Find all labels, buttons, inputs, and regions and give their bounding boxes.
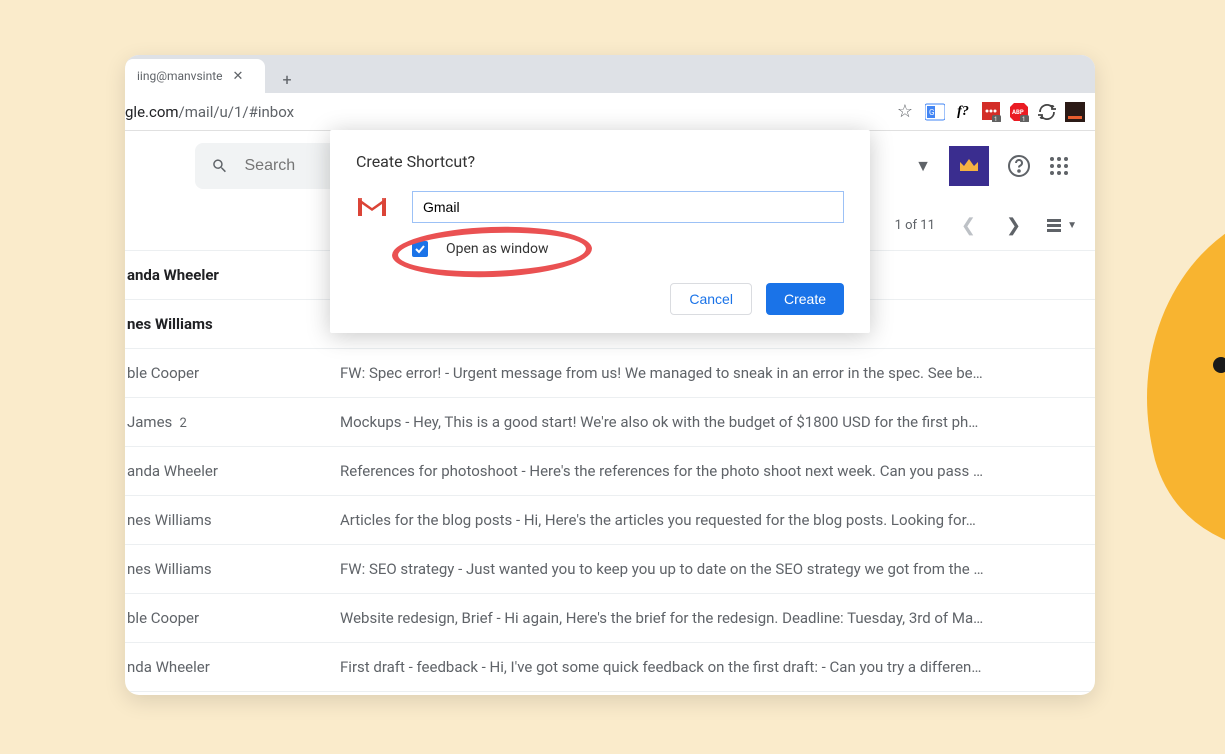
dark-extension-icon[interactable]: [1065, 102, 1085, 122]
email-sender: anda Wheeler: [125, 266, 340, 284]
cancel-button[interactable]: Cancel: [670, 283, 752, 315]
email-row[interactable]: ble CooperFW: Spec error! - Urgent messa…: [125, 349, 1095, 398]
crown-badge[interactable]: [949, 146, 989, 186]
pagination-label: 1 of 11: [895, 218, 935, 233]
email-subject: First draft - feedback: [340, 658, 478, 676]
email-subject: FW: Spec error!: [340, 364, 441, 382]
email-snippet: - Hey, This is a good start! We're also …: [402, 413, 979, 431]
email-row[interactable]: anda WheelerReferences for photoshoot - …: [125, 447, 1095, 496]
url-domain: gle.com: [125, 103, 179, 121]
density-toggle[interactable]: ▼: [1047, 218, 1077, 234]
translate-extension-icon[interactable]: G: [925, 102, 945, 122]
email-content: FW: SEO strategy - Just wanted you to ke…: [340, 560, 1077, 578]
email-snippet: - Urgent message from us! We managed to …: [441, 364, 982, 382]
next-page-icon[interactable]: ❯: [1002, 211, 1025, 240]
email-sender: nes Williams: [125, 315, 340, 333]
email-sender: nes Williams: [125, 511, 340, 529]
dropdown-icon[interactable]: ▼: [915, 156, 931, 176]
email-sender: nes Williams: [125, 560, 340, 578]
whatfont-extension-icon[interactable]: f?: [953, 102, 973, 122]
email-sender: anda Wheeler: [125, 462, 340, 480]
svg-text:1: 1: [1022, 116, 1025, 122]
adblock-extension-icon[interactable]: ABP1: [1009, 102, 1029, 122]
shortcut-name-input[interactable]: [412, 191, 844, 223]
dialog-title: Create Shortcut?: [356, 152, 844, 171]
email-snippet: - Just wanted you to keep you up to date…: [454, 560, 983, 578]
email-snippet: - Hi again, Here's the brief for the red…: [493, 609, 983, 627]
svg-text:ABP: ABP: [1012, 109, 1024, 116]
tab-strip: iing@manvsinte ✕ +: [125, 55, 1095, 93]
search-icon: [211, 156, 229, 176]
email-row[interactable]: nes WilliamsFW: SEO strategy - Just want…: [125, 545, 1095, 594]
tab-title: iing@manvsinte: [137, 69, 223, 83]
open-as-window-checkbox[interactable]: [412, 241, 428, 257]
star-icon[interactable]: ☆: [893, 97, 917, 126]
checkbox-label: Open as window: [446, 241, 549, 257]
help-icon[interactable]: [1007, 154, 1031, 178]
apps-grid-icon[interactable]: [1049, 156, 1069, 176]
email-snippet: - Hi, Here's the articles you requested …: [512, 511, 976, 529]
email-subject: Website redesign, Brief: [340, 609, 493, 627]
svg-text:1: 1: [994, 116, 997, 122]
email-sender: nda Wheeler: [125, 658, 340, 676]
gmail-icon: [356, 195, 388, 219]
thread-count: 2: [176, 416, 187, 431]
email-row[interactable]: James 2Mockups - Hey, This is a good sta…: [125, 398, 1095, 447]
new-tab-button[interactable]: +: [273, 65, 301, 93]
browser-tab[interactable]: iing@manvsinte ✕: [125, 59, 265, 93]
url-display[interactable]: gle.com/mail/u/1/#inbox: [125, 103, 885, 121]
extension-icons: G f? 1 ABP1: [925, 102, 1085, 122]
email-sender: ble Cooper: [125, 364, 340, 382]
email-subject: References for photoshoot: [340, 462, 518, 480]
email-row[interactable]: nda WheelerFirst draft - feedback - Hi, …: [125, 643, 1095, 692]
create-shortcut-dialog: Create Shortcut? Open as window Cancel C…: [330, 130, 870, 333]
email-content: Website redesign, Brief - Hi again, Here…: [340, 609, 1077, 627]
lastpass-extension-icon[interactable]: 1: [981, 102, 1001, 122]
prev-page-icon[interactable]: ❮: [957, 211, 980, 240]
svg-text:G: G: [929, 108, 934, 117]
email-content: FW: Spec error! - Urgent message from us…: [340, 364, 1077, 382]
email-sender: James 2: [125, 413, 340, 431]
email-snippet: - Here's the references for the photo sh…: [518, 462, 983, 480]
email-content: References for photoshoot - Here's the r…: [340, 462, 1077, 480]
address-bar: gle.com/mail/u/1/#inbox ☆ G f? 1 ABP1: [125, 93, 1095, 131]
email-row[interactable]: nes WilliamsArticles for the blog posts …: [125, 496, 1095, 545]
sync-extension-icon[interactable]: [1037, 102, 1057, 122]
email-content: First draft - feedback - Hi, I've got so…: [340, 658, 1077, 676]
email-subject: FW: SEO strategy: [340, 560, 454, 578]
email-content: Mockups - Hey, This is a good start! We'…: [340, 413, 1077, 431]
create-button[interactable]: Create: [766, 283, 844, 315]
email-subject: Mockups: [340, 413, 402, 431]
email-row[interactable]: ble CooperWebsite redesign, Brief - Hi a…: [125, 594, 1095, 643]
email-sender: ble Cooper: [125, 609, 340, 627]
email-content: Articles for the blog posts - Hi, Here's…: [340, 511, 1077, 529]
email-subject: Articles for the blog posts: [340, 511, 512, 529]
close-icon[interactable]: ✕: [233, 69, 244, 84]
email-snippet: - Hi, I've got some quick feedback on th…: [478, 658, 981, 676]
url-path: /mail/u/1/#inbox: [179, 103, 295, 121]
